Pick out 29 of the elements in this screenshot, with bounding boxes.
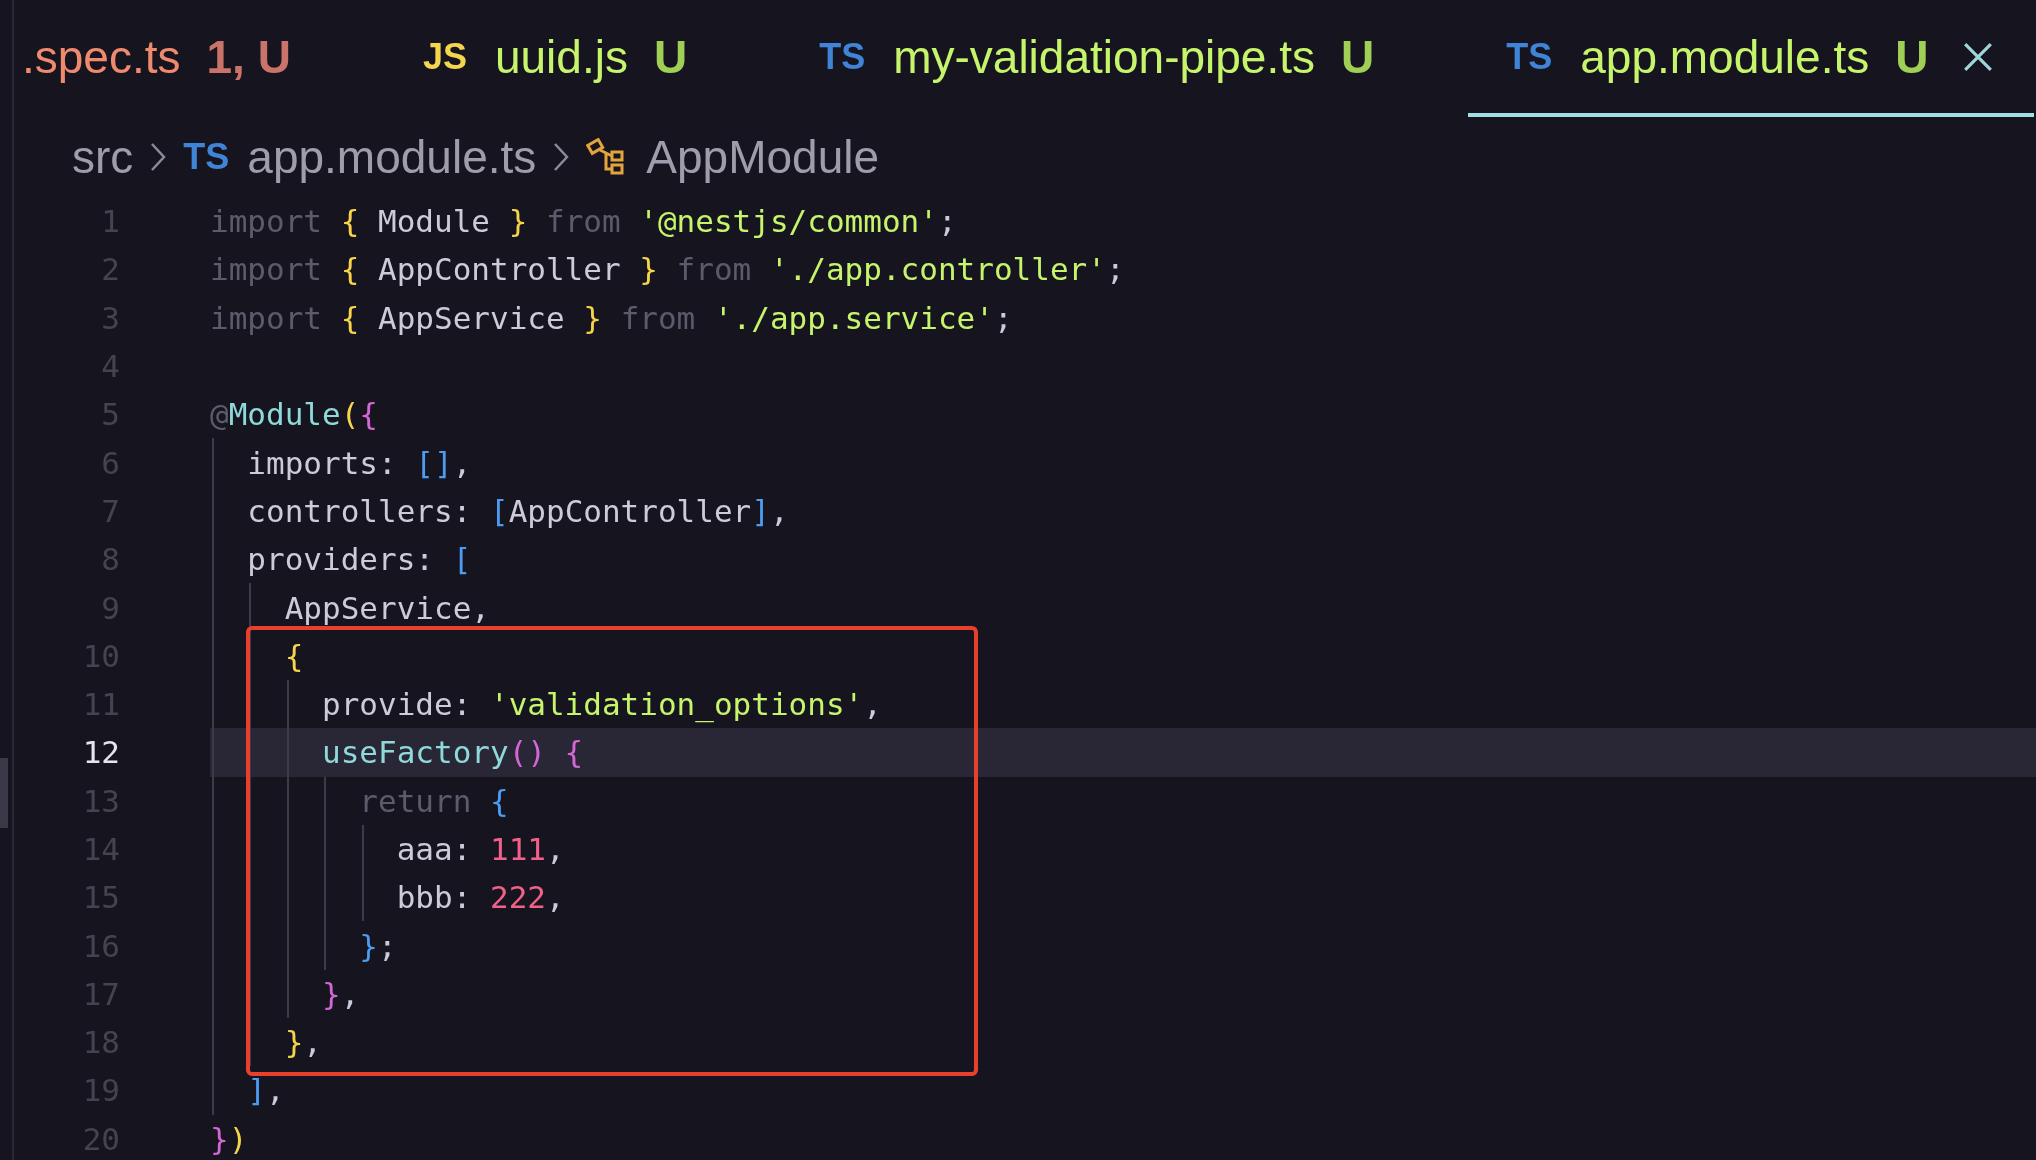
code-text: {	[283, 637, 304, 674]
editor-tab[interactable]: JS uuid.js U	[384, 0, 726, 117]
editor-tab[interactable]: TS my-validation-pipe.ts U	[781, 0, 1413, 117]
code-text: },	[283, 1024, 322, 1061]
code-text: useFactory() {	[320, 734, 584, 771]
code-text: controllers: [AppController],	[246, 492, 789, 529]
code-text: import { Module } from '@nestjs/common';	[210, 203, 957, 240]
code-text: aaa: 111,	[395, 831, 565, 867]
code-text: bbb: 222,	[395, 879, 565, 916]
editor-tab[interactable]: .spec.ts 1, U	[0, 0, 329, 117]
breadcrumb-item[interactable]: TS app.module.ts	[183, 130, 537, 184]
breadcrumb-item[interactable]: AppModule	[646, 130, 880, 184]
close-icon[interactable]	[1962, 40, 1995, 73]
editor-tab[interactable]: TS app.module.ts U	[1468, 0, 2035, 117]
scrollbar-thumb[interactable]	[0, 758, 8, 828]
code-text: AppService,	[283, 589, 490, 626]
code-text: @Module({	[210, 396, 378, 433]
breadcrumb-item[interactable]: src	[72, 130, 134, 184]
code-text: };	[358, 927, 397, 964]
code-text: provide: 'validation_options',	[320, 686, 882, 723]
code-text: import { AppController } from './app.controller';	[210, 251, 1125, 288]
code-text: ],	[246, 1072, 285, 1109]
code-text: import { AppService } from './app.service';	[210, 299, 1013, 336]
code-text: })	[210, 1120, 248, 1157]
code-text: imports: [],	[246, 444, 472, 481]
line-number: 12	[81, 734, 120, 771]
code-text: providers: [	[246, 541, 472, 578]
code-text: },	[320, 975, 360, 1012]
code-text: return {	[358, 782, 509, 819]
